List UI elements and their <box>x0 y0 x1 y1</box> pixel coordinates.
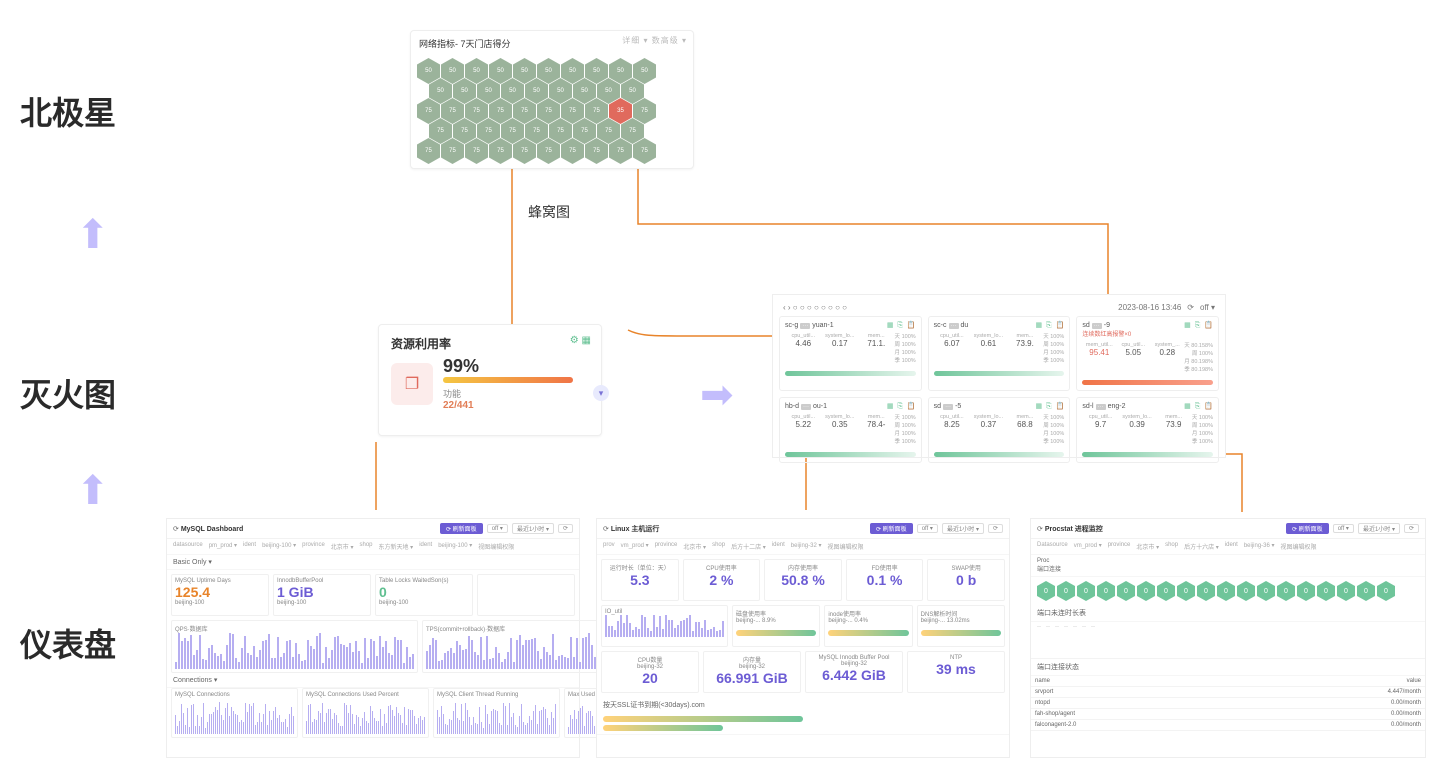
hex-cell[interactable]: 0 <box>1117 581 1135 601</box>
hex-cell[interactable]: 75 <box>513 138 536 164</box>
hex-cell[interactable]: 75 <box>489 138 512 164</box>
server-icons[interactable]: ▦ ⎘ 📋 <box>1184 402 1214 411</box>
gear-icon[interactable]: ⚙ ▦ <box>570 335 591 346</box>
hex-cell[interactable]: 0 <box>1377 581 1395 601</box>
resource-util-pct: 99% <box>443 356 573 377</box>
server-grid: ‹ › ○ ○ ○ ○ ○ ○ ○ ○ 2023-08-16 13:46 ⟳ o… <box>772 294 1226 458</box>
server-card[interactable]: sd···-9 ▦ ⎘ 📋 连续数红高报警×0 mem_util...95.41… <box>1076 316 1219 391</box>
hex-cell[interactable]: 75 <box>417 138 440 164</box>
hex-cell[interactable]: 0 <box>1197 581 1215 601</box>
server-card[interactable]: sc-g···yuan-1 ▦ ⎘ 📋 cpu_util...4.46syste… <box>779 316 922 391</box>
hex-cell[interactable]: 0 <box>1097 581 1115 601</box>
apps-icon: ❐ <box>391 363 433 405</box>
hex-cell[interactable]: 75 <box>537 138 560 164</box>
hex-cell[interactable]: 0 <box>1137 581 1155 601</box>
hex-cell[interactable]: 0 <box>1317 581 1335 601</box>
hex-cell[interactable]: 75 <box>441 138 464 164</box>
server-icons[interactable]: ▦ ⎘ 📋 <box>887 402 917 411</box>
server-card[interactable]: sd···-5 ▦ ⎘ 📋 cpu_util...8.25system_lo..… <box>928 397 1071 463</box>
hex-cell[interactable]: 75 <box>609 138 632 164</box>
resource-util-sublabel: 功能 <box>443 387 573 400</box>
hex-cell[interactable]: 0 <box>1037 581 1055 601</box>
chevron-down-icon[interactable]: ▾ <box>593 385 609 401</box>
hex-cell[interactable]: 0 <box>1157 581 1175 601</box>
hex-cell[interactable]: 0 <box>1297 581 1315 601</box>
hex-cell[interactable]: 0 <box>1257 581 1275 601</box>
honeycomb-card[interactable]: 网络指标- 7天门店得分 详细 ▾ 数高级 ▾ 5050505050505050… <box>410 30 694 169</box>
server-icons[interactable]: ▦ ⎘ 📋 <box>887 321 917 330</box>
dashboard-mysql[interactable]: ⟳ MySQL Dashboard ⟳ 刷新面板off ▾最近1小时 ▾⟳ da… <box>166 518 580 758</box>
nav-arrows[interactable]: ‹ › ○ ○ ○ ○ ○ ○ ○ ○ <box>783 303 847 312</box>
server-card[interactable]: hb-d···ou-1 ▦ ⎘ 📋 cpu_util...5.22system_… <box>779 397 922 463</box>
server-panel-date[interactable]: 2023-08-16 13:46 <box>1118 303 1181 312</box>
dashboard-procstat[interactable]: ⟳ Procstat 进程监控 ⟳ 刷新面板off ▾最近1小时 ▾⟳ Data… <box>1030 518 1426 758</box>
server-icons[interactable]: ▦ ⎘ 📋 <box>1036 402 1066 411</box>
hex-cell[interactable]: 75 <box>585 138 608 164</box>
hex-cell[interactable]: 75 <box>561 138 584 164</box>
dashboard-linux[interactable]: ⟳ Linux 主机运行 ⟳ 刷新面板off ▾最近1小时 ▾⟳ provvm_… <box>596 518 1010 758</box>
refresh-icon[interactable]: ⟳ <box>1187 303 1194 312</box>
hex-grid: 5050505050505050505050505050505050505075… <box>411 52 693 168</box>
resource-util-card[interactable]: 资源利用率 ⚙ ▦ ❐ 99% 功能 22/441 ▾ <box>378 324 602 436</box>
honeycomb-caption: 蜂窝图 <box>528 202 570 222</box>
resource-util-title: 资源利用率 <box>379 325 601 356</box>
server-card[interactable]: sc-c···du ▦ ⎘ 📋 cpu_util...6.07system_lo… <box>928 316 1071 391</box>
server-card[interactable]: sd-l···eng-2 ▦ ⎘ 📋 cpu_util...9.7system_… <box>1076 397 1219 463</box>
honeycomb-filter[interactable]: 详细 ▾ 数高级 ▾ <box>622 35 687 46</box>
hex-cell[interactable]: 0 <box>1057 581 1075 601</box>
server-icons[interactable]: ▦ ⎘ 📋 <box>1184 321 1214 330</box>
hex-cell[interactable]: 0 <box>1337 581 1355 601</box>
hex-cell[interactable]: 0 <box>1357 581 1375 601</box>
hex-cell[interactable]: 0 <box>1177 581 1195 601</box>
server-panel-mode[interactable]: off ▾ <box>1200 303 1215 312</box>
server-icons[interactable]: ▦ ⎘ 📋 <box>1036 321 1066 330</box>
progress-bar <box>443 377 573 383</box>
hex-cell[interactable]: 0 <box>1237 581 1255 601</box>
resource-util-fraction: 22/441 <box>443 400 573 411</box>
hex-cell[interactable]: 0 <box>1217 581 1235 601</box>
hex-cell[interactable]: 0 <box>1277 581 1295 601</box>
hex-cell[interactable]: 75 <box>633 138 656 164</box>
hex-cell[interactable]: 0 <box>1077 581 1095 601</box>
hex-cell[interactable]: 75 <box>465 138 488 164</box>
